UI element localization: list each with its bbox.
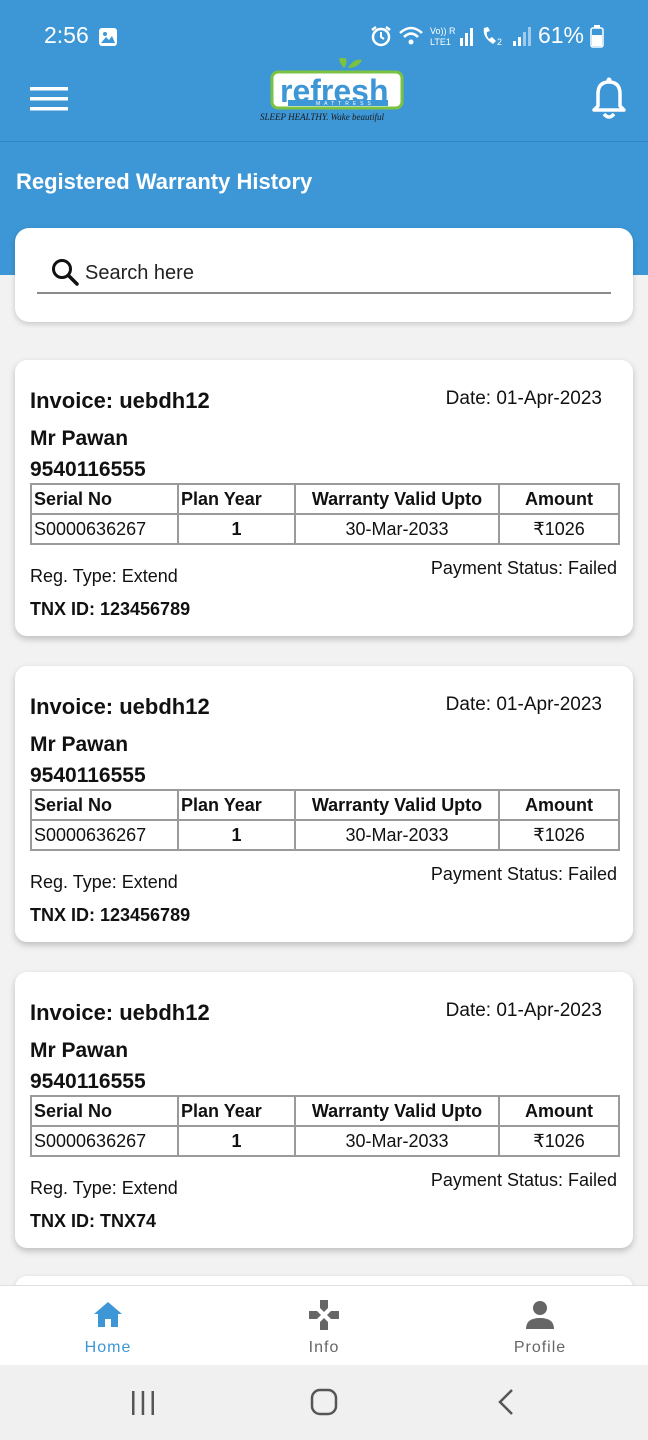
header-amount: Amount <box>498 483 620 515</box>
recent-apps-icon[interactable] <box>128 1389 158 1417</box>
amount-value: ₹1026 <box>498 819 620 851</box>
amount-value: ₹1026 <box>498 513 620 545</box>
svg-text:LTE1: LTE1 <box>430 37 451 47</box>
lte-signal-icon: Vo)) R LTE1 <box>430 26 473 47</box>
status-icons: Vo)) R LTE1 2 61% <box>370 22 604 49</box>
hamburger-menu-icon[interactable] <box>30 84 68 114</box>
page-title: Registered Warranty History <box>16 169 313 194</box>
logo-tagline: SLEEP HEALTHY. Wake beautiful <box>260 112 384 122</box>
call-icon: 2 <box>483 26 502 47</box>
nav-info[interactable]: Info <box>216 1286 432 1366</box>
nav-info-label: Info <box>308 1339 340 1356</box>
warranty-card[interactable]: Invoice: uebdh12 Date: 01-Apr-2023 Mr Pa… <box>15 360 633 636</box>
search-icon <box>52 259 79 286</box>
home-icon <box>94 1302 122 1327</box>
table-header-row: Serial No Plan Year Warranty Valid Upto … <box>30 789 620 821</box>
table-row: S0000636267 1 30-Mar-2033 ₹1026 <box>30 819 620 851</box>
serial-no-value: S0000636267 <box>30 1125 179 1157</box>
home-circle-icon[interactable] <box>309 1387 339 1417</box>
gallery-icon <box>99 28 117 46</box>
invoice-label: Invoice: uebdh12 <box>30 388 210 413</box>
header-plan-year: Plan Year <box>177 483 296 515</box>
logo-subtext: MATTRESS <box>316 101 375 107</box>
payment-status: Payment Status: Failed <box>430 1170 617 1190</box>
search-input[interactable]: Search here <box>37 254 611 294</box>
plan-year-value: 1 <box>177 513 296 545</box>
warranty-card[interactable]: Invoice: uebdh12 Date: 01-Apr-2023 Mr Pa… <box>15 972 633 1248</box>
header-serial-no: Serial No <box>30 1095 179 1127</box>
payment-status: Payment Status: Failed <box>430 864 617 884</box>
wifi-icon <box>399 26 423 44</box>
customer-name: Mr Pawan <box>30 733 129 756</box>
back-icon[interactable] <box>494 1387 518 1417</box>
svg-text:Vo)) R: Vo)) R <box>430 26 456 36</box>
header-warranty-valid-upto: Warranty Valid Upto <box>294 483 500 515</box>
customer-phone: 9540116555 <box>30 764 146 787</box>
nav-profile-label: Profile <box>513 1339 567 1356</box>
system-nav-bar <box>0 1365 648 1440</box>
search-placeholder: Search here <box>85 262 194 284</box>
bottom-nav: Home Info Profile <box>0 1285 648 1365</box>
search-card: Search here <box>15 228 633 322</box>
nav-home-label: Home <box>84 1339 132 1356</box>
header-warranty-valid-upto: Warranty Valid Upto <box>294 789 500 821</box>
header-amount: Amount <box>498 789 620 821</box>
date-label: Date: 01-Apr-2023 <box>445 694 602 715</box>
warranty-table: Serial No Plan Year Warranty Valid Upto … <box>30 1095 620 1157</box>
customer-name: Mr Pawan <box>30 1039 129 1062</box>
signal-icon <box>512 26 531 46</box>
warranty-card[interactable]: Invoice: uebdh12 Date: 01-Apr-2023 Mr Pa… <box>15 666 633 942</box>
reg-type: Reg. Type: Extend <box>30 1178 178 1198</box>
amount-value: ₹1026 <box>498 1125 620 1157</box>
tnx-id: TNX ID: TNX74 <box>30 1211 157 1231</box>
customer-name: Mr Pawan <box>30 427 129 450</box>
bell-icon[interactable] <box>590 76 628 120</box>
customer-phone: 9540116555 <box>30 1070 146 1093</box>
person-icon <box>526 1301 554 1329</box>
tnx-id: TNX ID: 123456789 <box>30 599 191 619</box>
plan-year-value: 1 <box>177 819 296 851</box>
date-label: Date: 01-Apr-2023 <box>445 388 602 409</box>
alarm-icon <box>371 25 391 46</box>
tnx-id: TNX ID: 123456789 <box>30 905 191 925</box>
payment-status: Payment Status: Failed <box>430 558 617 578</box>
valid-upto-value: 30-Mar-2033 <box>294 1125 500 1157</box>
invoice-label: Invoice: uebdh12 <box>30 694 210 719</box>
svg-text:2: 2 <box>497 37 502 47</box>
header-plan-year: Plan Year <box>177 789 296 821</box>
date-label: Date: 01-Apr-2023 <box>445 1000 602 1021</box>
gamepad-icon <box>309 1300 339 1330</box>
reg-type: Reg. Type: Extend <box>30 566 178 586</box>
header-serial-no: Serial No <box>30 483 179 515</box>
header-warranty-valid-upto: Warranty Valid Upto <box>294 1095 500 1127</box>
warranty-table: Serial No Plan Year Warranty Valid Upto … <box>30 789 620 851</box>
status-time: 2:56 <box>44 22 89 48</box>
customer-phone: 9540116555 <box>30 458 146 481</box>
nav-profile[interactable]: Profile <box>432 1286 648 1366</box>
battery-icon <box>590 24 604 48</box>
app-bar: refresh MATTRESS SLEEP HEALTHY. Wake bea… <box>0 58 648 142</box>
serial-no-value: S0000636267 <box>30 819 179 851</box>
valid-upto-value: 30-Mar-2033 <box>294 513 500 545</box>
valid-upto-value: 30-Mar-2033 <box>294 819 500 851</box>
invoice-label: Invoice: uebdh12 <box>30 1000 210 1025</box>
nav-home[interactable]: Home <box>0 1286 216 1366</box>
reg-type: Reg. Type: Extend <box>30 872 178 892</box>
table-row: S0000636267 1 30-Mar-2033 ₹1026 <box>30 1125 620 1157</box>
header-serial-no: Serial No <box>30 789 179 821</box>
refresh-logo: refresh MATTRESS SLEEP HEALTHY. Wake bea… <box>260 58 404 122</box>
battery-percent: 61% <box>537 22 584 48</box>
table-row: S0000636267 1 30-Mar-2033 ₹1026 <box>30 513 620 545</box>
serial-no-value: S0000636267 <box>30 513 179 545</box>
table-header-row: Serial No Plan Year Warranty Valid Upto … <box>30 483 620 515</box>
plan-year-value: 1 <box>177 1125 296 1157</box>
table-header-row: Serial No Plan Year Warranty Valid Upto … <box>30 1095 620 1127</box>
header-amount: Amount <box>498 1095 620 1127</box>
warranty-table: Serial No Plan Year Warranty Valid Upto … <box>30 483 620 545</box>
header-plan-year: Plan Year <box>177 1095 296 1127</box>
